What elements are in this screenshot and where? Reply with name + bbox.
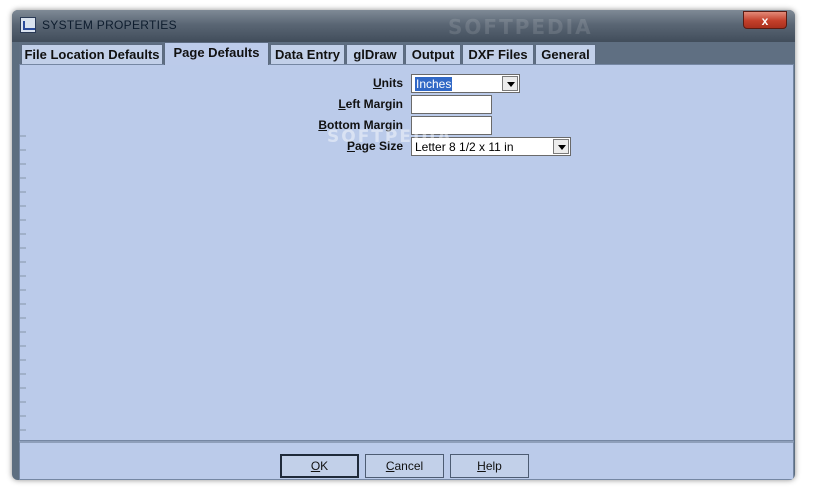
tab-page-defaults[interactable]: Page Defaults [164, 42, 269, 65]
panel-edge-decoration [20, 135, 26, 465]
help-button[interactable]: Help [450, 454, 529, 478]
watermark: SOFTPEDIA [448, 15, 593, 39]
tab-general[interactable]: General [535, 44, 596, 64]
cancel-button[interactable]: Cancel [365, 454, 444, 478]
tab-dxf-files[interactable]: DXF Files [462, 44, 534, 64]
tab-data-entry[interactable]: Data Entry [270, 44, 345, 64]
close-icon: x [761, 14, 769, 28]
close-button[interactable]: x [743, 11, 787, 29]
units-select[interactable]: Inches [411, 74, 520, 93]
chevron-down-icon[interactable] [502, 76, 518, 91]
units-label: Units [372, 76, 403, 90]
page-defaults-panel: Units Inches Left Margin Bottom Margin P… [19, 64, 794, 465]
units-value: Inches [415, 77, 453, 91]
tab-output[interactable]: Output [405, 44, 461, 64]
system-properties-window: SYSTEM PROPERTIES SOFTPEDIA x File Locat… [12, 10, 795, 480]
window-title: SYSTEM PROPERTIES [42, 18, 177, 32]
ok-button[interactable]: OK [280, 454, 359, 478]
left-margin-label: Left Margin [338, 97, 403, 111]
chevron-down-icon[interactable] [553, 139, 569, 154]
content-watermark: SOFTPEDIA [327, 127, 453, 147]
title-bar[interactable]: SYSTEM PROPERTIES SOFTPEDIA x [12, 10, 795, 42]
app-icon [20, 17, 36, 33]
tab-gldraw[interactable]: glDraw [346, 44, 404, 64]
tab-bar: File Location Defaults Page Defaults Dat… [19, 42, 794, 65]
tab-file-location-defaults[interactable]: File Location Defaults [21, 44, 163, 64]
left-margin-input[interactable] [411, 95, 492, 114]
